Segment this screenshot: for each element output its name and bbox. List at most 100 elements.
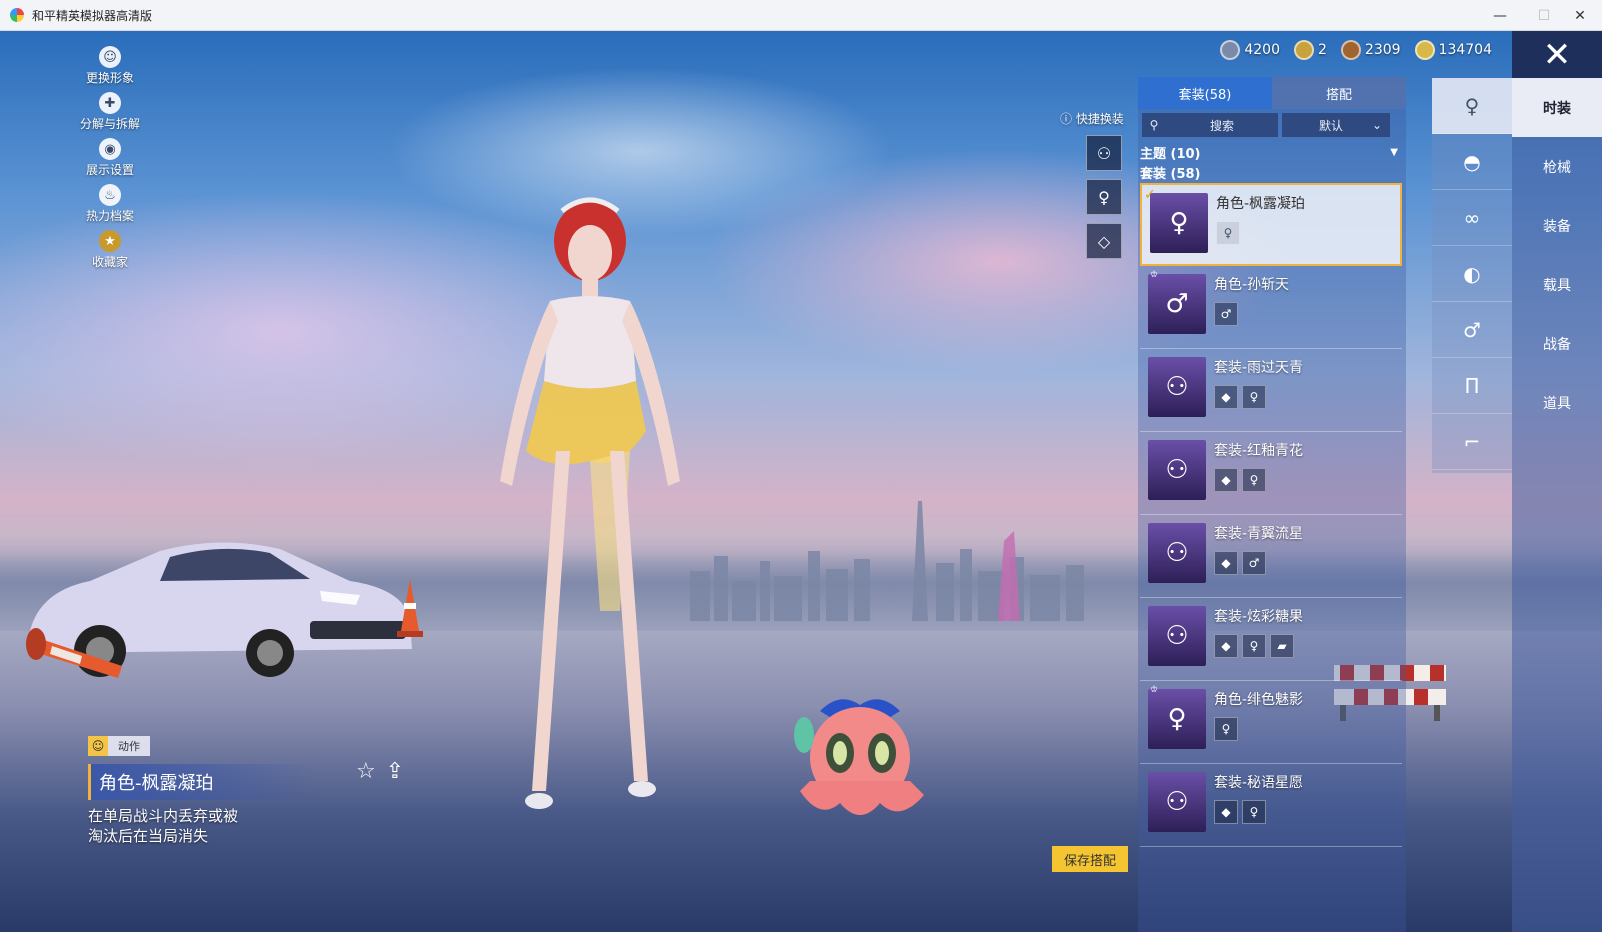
quick-slot-diamond[interactable]: ◇ xyxy=(1086,223,1122,259)
minimize-button[interactable]: — xyxy=(1478,0,1522,31)
outfit-name: 套装-炫彩糖果 xyxy=(1214,609,1304,625)
share-icon[interactable]: ⇪ xyxy=(386,759,404,784)
outfit-name: 角色-孙斩天 xyxy=(1214,277,1290,293)
role-badge-icon: ♔ xyxy=(1150,270,1159,280)
heat-profile-button[interactable]: ♨ 热力档案 xyxy=(78,184,142,230)
currency-silver[interactable]: 4200 xyxy=(1220,40,1280,60)
role-badge-icon: ♔ xyxy=(1150,685,1159,695)
part-icon[interactable]: ♀ xyxy=(1214,717,1238,741)
close-window-button[interactable]: ✕ xyxy=(1558,0,1602,31)
outfit-thumbnail: ⚇ xyxy=(1148,357,1206,417)
search-icon: ⚲ xyxy=(1149,118,1159,132)
tab-props[interactable]: 道具 xyxy=(1512,373,1602,432)
outfit-thumbnail: ⚇ xyxy=(1148,523,1206,583)
outfit-thumbnail: ♀ xyxy=(1148,689,1206,749)
quick-slot-outfit[interactable]: ⚇ xyxy=(1086,135,1122,171)
gold-coin-icon xyxy=(1414,40,1435,60)
tab-fashion[interactable]: 时装 xyxy=(1512,78,1602,137)
silver-coin-icon xyxy=(1220,40,1241,60)
tab-weapons[interactable]: 枪械 xyxy=(1512,137,1602,196)
octopus-pet[interactable] xyxy=(780,691,940,831)
panel-tabs: 套装(58) 搭配 xyxy=(1138,77,1406,109)
outfit-item[interactable]: ♔ ♀ 角色-绯色魅影 ♀ xyxy=(1140,681,1402,764)
quick-change-title[interactable]: ⓘ 快捷换装 xyxy=(1060,110,1134,127)
decompose-button[interactable]: ✚ 分解与拆解 xyxy=(78,92,142,138)
outfit-item[interactable]: ⚇ 套装-炫彩糖果 ◆ ♀ ▰ xyxy=(1140,598,1402,681)
part-icon[interactable]: ♀ xyxy=(1216,221,1240,245)
outfit-icon: ⚇ xyxy=(1096,143,1112,163)
outfit-item[interactable]: ✓ ♀ 角色-枫露凝珀 ♀ xyxy=(1140,183,1402,266)
collector-label: 收藏家 xyxy=(91,255,128,269)
part-icon[interactable]: ♀ xyxy=(1242,468,1266,492)
quick-change-label: 快捷换装 xyxy=(1075,112,1124,126)
tab-combat-gear[interactable]: 战备 xyxy=(1512,314,1602,373)
tab-vehicles[interactable]: 载具 xyxy=(1512,255,1602,314)
part-icon[interactable]: ◆ xyxy=(1214,468,1238,492)
part-icon[interactable]: ◆ xyxy=(1214,634,1238,658)
currency-coupon[interactable]: 2 xyxy=(1293,40,1327,60)
part-icon[interactable]: ♂ xyxy=(1242,551,1266,575)
main-category-tabs: 时装 枪械 装备 载具 战备 道具 xyxy=(1512,78,1602,932)
character-model[interactable] xyxy=(470,181,710,831)
action-button[interactable]: ☺ 动作 xyxy=(88,736,150,756)
outfit-item[interactable]: ♔ ♂ 角色-孙斩天 ♂ xyxy=(1140,266,1402,349)
help-icon: ⓘ xyxy=(1060,112,1073,126)
pants-icon[interactable]: Π xyxy=(1432,358,1512,414)
body-icon[interactable]: ♂ xyxy=(1432,302,1512,358)
favorite-star-icon[interactable]: ☆ xyxy=(356,759,376,784)
outfit-thumbnail: ♂ xyxy=(1148,274,1206,334)
outfit-title: 角色-枫露凝珀 xyxy=(88,764,318,800)
close-icon[interactable]: ✕ xyxy=(1512,31,1602,78)
cap-icon[interactable]: ◓ xyxy=(1432,134,1512,190)
glasses-icon[interactable]: ∞ xyxy=(1432,190,1512,246)
tab-outfit-sets[interactable]: 套装(58) xyxy=(1138,77,1272,109)
outfit-description: 在单局战斗内丢弃或被 淘汰后在当局消失 xyxy=(88,806,428,846)
part-icon[interactable]: ◆ xyxy=(1214,385,1238,409)
outfit-thumbnail: ♀ xyxy=(1150,193,1208,253)
bronze-coin-icon xyxy=(1340,40,1361,60)
save-outfit-button[interactable]: 保存搭配 xyxy=(1052,846,1128,872)
part-icon[interactable]: ◆ xyxy=(1214,551,1238,575)
bronze-amount: 2309 xyxy=(1364,42,1401,58)
sort-dropdown[interactable]: 默认 ⌄ xyxy=(1282,113,1390,137)
outfit-person-icon[interactable]: ♀ xyxy=(1432,78,1512,134)
change-appearance-button[interactable]: ☺ 更换形象 xyxy=(78,46,142,92)
outfit-item[interactable]: ⚇ 套装-红釉青花 ◆ ♀ xyxy=(1140,432,1402,515)
currency-bronze[interactable]: 2309 xyxy=(1340,40,1401,60)
part-icon[interactable]: ♀ xyxy=(1242,385,1266,409)
shoes-icon[interactable]: ⌐ xyxy=(1432,414,1512,470)
puzzle-icon: ✚ xyxy=(99,92,121,114)
checkmark-icon: ✓ xyxy=(1144,187,1156,203)
theme-filter[interactable]: 主题 (10) ▼ xyxy=(1138,141,1406,163)
mask-icon[interactable]: ◐ xyxy=(1432,246,1512,302)
part-icon[interactable]: ♂ xyxy=(1214,302,1238,326)
traffic-cone xyxy=(397,579,423,637)
tab-matching[interactable]: 搭配 xyxy=(1272,77,1406,109)
set-count-label: 套装 (58) xyxy=(1140,167,1201,182)
display-settings-button[interactable]: ◉ 展示设置 xyxy=(78,138,142,184)
character-icon: ♀ xyxy=(1098,187,1110,207)
outfit-item[interactable]: ⚇ 套装-秘语星愿 ◆ ♀ xyxy=(1140,764,1402,847)
subcategory-column: ♀ ◓ ∞ ◐ ♂ Π ⌐ xyxy=(1432,78,1512,473)
title-bar: 和平精英模拟器高清版 — ☐ ✕ xyxy=(0,0,1602,31)
diamond-icon: ◇ xyxy=(1097,231,1111,251)
currency-bar: 4200 2 2309 134704 xyxy=(1220,40,1492,60)
part-icon[interactable]: ▰ xyxy=(1270,634,1294,658)
outfit-item[interactable]: ⚇ 套装-青翼流星 ◆ ♂ xyxy=(1140,515,1402,598)
part-icon[interactable]: ♀ xyxy=(1242,800,1266,824)
collector-button[interactable]: ★ 收藏家 xyxy=(78,230,142,276)
outfit-thumbnail: ⚇ xyxy=(1148,606,1206,666)
part-icon[interactable]: ♀ xyxy=(1242,634,1266,658)
tab-equipment[interactable]: 装备 xyxy=(1512,196,1602,255)
outfit-item[interactable]: ⚇ 套装-雨过天青 ◆ ♀ xyxy=(1140,349,1402,432)
currency-gold[interactable]: 134704 xyxy=(1414,40,1492,60)
search-input[interactable]: ⚲ 搜索 xyxy=(1142,113,1278,137)
window-title: 和平精英模拟器高清版 xyxy=(32,8,153,23)
part-icon[interactable]: ◆ xyxy=(1214,800,1238,824)
coupon-icon xyxy=(1293,40,1314,60)
action-label: 动作 xyxy=(118,740,140,753)
quick-slot-character[interactable]: ♀ xyxy=(1086,179,1122,215)
outfit-name: 套装-红釉青花 xyxy=(1214,443,1304,459)
sort-label: 默认 xyxy=(1318,118,1343,133)
medal-icon: ★ xyxy=(99,230,121,252)
